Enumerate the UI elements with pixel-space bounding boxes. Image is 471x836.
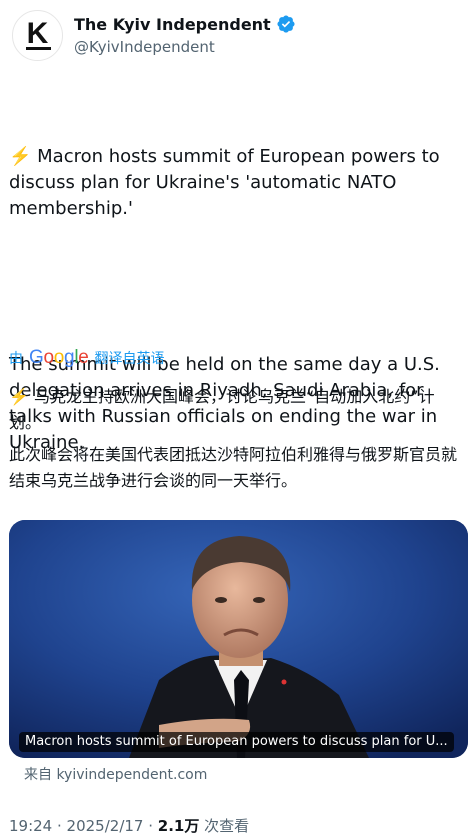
meta-separator: · (143, 817, 158, 835)
article-photo (9, 520, 468, 758)
tweet-meta: 19:24 · 2025/2/17 · 2.1万 次查看 (9, 815, 249, 836)
translated-by-label: 由 (9, 351, 23, 367)
translated-text: ⚡️ 马克龙主持欧洲大国峰会，讨论乌克兰“自动加入北约”计划。 此次峰会将在美国… (9, 384, 461, 494)
translation-attribution[interactable]: 由 Google 翻译自英语 (9, 347, 165, 369)
tweet-paragraph: ⚡️ Macron hosts summit of European power… (9, 146, 446, 219)
google-logo-icon: Google (29, 347, 89, 368)
verified-badge-icon[interactable] (276, 14, 296, 34)
avatar-logo-bar (26, 47, 51, 50)
link-preview-card[interactable]: Macron hosts summit of European powers t… (9, 520, 468, 758)
user-handle[interactable]: @KyivIndependent (74, 38, 215, 56)
views-label: 次查看 (199, 817, 250, 835)
tweet-header: K The Kyiv Independent @KyivIndependent (12, 6, 462, 62)
link-source[interactable]: 来自 kyivindependent.com (24, 764, 207, 784)
meta-separator: · (52, 817, 67, 835)
display-name[interactable]: The Kyiv Independent (74, 15, 271, 34)
translated-paragraph: ⚡️ 马克龙主持欧洲大国峰会，讨论乌克兰“自动加入北约”计划。 (9, 387, 435, 432)
tweet-time[interactable]: 19:24 (9, 817, 52, 835)
translated-from-english-link[interactable]: 翻译自英语 (95, 348, 165, 368)
tweet-date[interactable]: 2025/2/17 (67, 817, 144, 835)
views-count: 2.1万 (157, 817, 200, 835)
avatar-logo-letter: K (26, 17, 49, 50)
avatar[interactable]: K (12, 10, 63, 61)
translated-paragraph: 此次峰会将在美国代表团抵达沙特阿拉伯利雅得与俄罗斯官员就结束乌克兰战争进行会谈的… (9, 445, 458, 490)
name-row: The Kyiv Independent (74, 14, 296, 34)
link-card-title[interactable]: Macron hosts summit of European powers t… (19, 732, 454, 752)
